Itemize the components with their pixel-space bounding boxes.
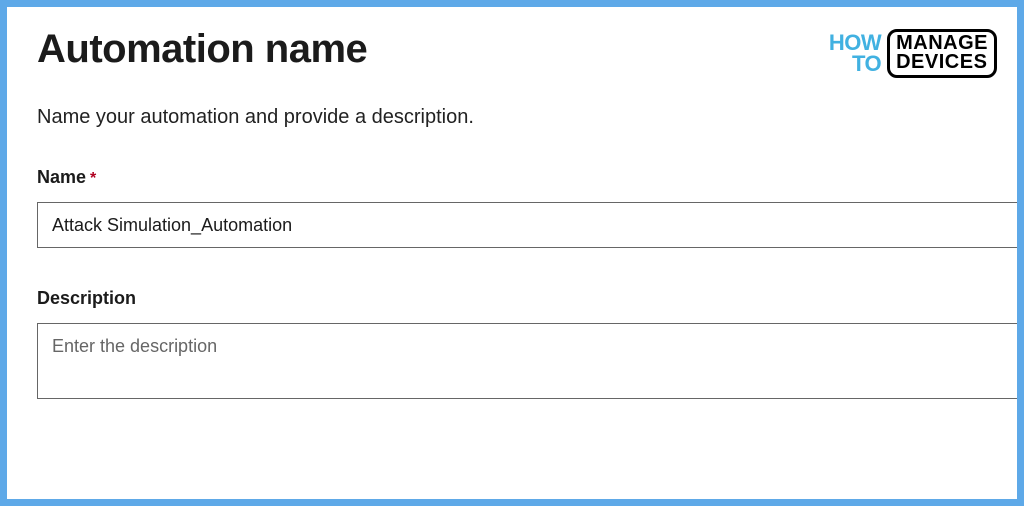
page-subtitle: Name your automation and provide a descr… bbox=[37, 106, 1017, 129]
name-required-indicator: * bbox=[90, 170, 96, 187]
description-textarea[interactable] bbox=[37, 323, 1017, 399]
description-label: Description bbox=[37, 288, 136, 308]
logo-devices-text: DEVICES bbox=[896, 53, 988, 72]
name-input[interactable] bbox=[37, 202, 1017, 248]
logo-manage-devices-box: MANAGE DEVICES bbox=[887, 29, 997, 78]
page-title: Automation name bbox=[37, 27, 367, 72]
page-frame: Automation name HOW TO MANAGE DEVICES Na… bbox=[7, 7, 1017, 499]
brand-logo: HOW TO MANAGE DEVICES bbox=[829, 29, 997, 78]
logo-to-text: TO bbox=[829, 54, 881, 75]
header-row: Automation name HOW TO MANAGE DEVICES bbox=[37, 27, 1017, 78]
name-field-group: Name* bbox=[37, 167, 1017, 248]
logo-howto: HOW TO bbox=[829, 33, 881, 75]
name-label: Name bbox=[37, 167, 86, 187]
description-field-group: Description bbox=[37, 288, 1017, 404]
